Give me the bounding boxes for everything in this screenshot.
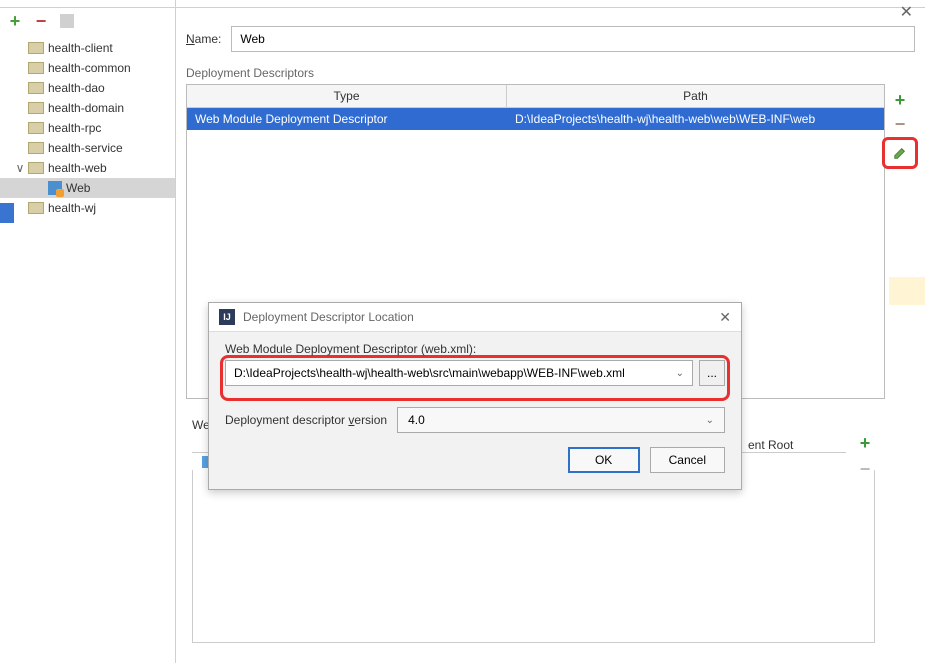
version-combo[interactable]: 4.0 ⌄ bbox=[397, 407, 725, 433]
cell-path: D:\IdeaProjects\health-wj\health-web\web… bbox=[507, 108, 884, 130]
name-row: Name: bbox=[186, 26, 915, 52]
tree-item-health-client[interactable]: health-client bbox=[0, 38, 175, 58]
table-header: Type Path bbox=[187, 85, 884, 108]
tree-item-web-facet[interactable]: Web bbox=[0, 178, 175, 198]
chevron-down-icon: ⌄ bbox=[706, 415, 714, 426]
remove-descriptor-button[interactable]: − bbox=[887, 113, 913, 135]
add-descriptor-button[interactable]: + bbox=[887, 89, 913, 111]
tree-label: health-wj bbox=[48, 201, 96, 215]
tree-label: health-service bbox=[48, 141, 123, 155]
close-icon[interactable]: ✕ bbox=[900, 2, 913, 22]
tree-item-health-wj[interactable]: health-wj bbox=[0, 198, 175, 218]
web-facet-icon bbox=[48, 181, 62, 195]
tree-label: health-client bbox=[48, 41, 113, 55]
folder-icon bbox=[28, 162, 44, 174]
dialog-title-text: Deployment Descriptor Location bbox=[243, 310, 414, 324]
tree-item-health-domain[interactable]: health-domain bbox=[0, 98, 175, 118]
folder-icon bbox=[28, 62, 44, 74]
browse-button[interactable]: ... bbox=[699, 360, 725, 386]
tree-label: health-web bbox=[48, 161, 107, 175]
copy-icon[interactable] bbox=[60, 14, 74, 28]
tree-label: health-dao bbox=[48, 81, 105, 95]
name-label: Name: bbox=[186, 32, 221, 46]
version-value: 4.0 bbox=[408, 413, 425, 427]
tree-item-health-dao[interactable]: health-dao bbox=[0, 78, 175, 98]
deployment-descriptors-label: Deployment Descriptors bbox=[186, 66, 915, 80]
tree-item-health-service[interactable]: health-service bbox=[0, 138, 175, 158]
descriptor-path-value: D:\IdeaProjects\health-wj\health-web\src… bbox=[234, 366, 625, 380]
sidebar-toolbar: + − bbox=[0, 8, 175, 34]
dialog-buttons: OK Cancel bbox=[225, 447, 725, 483]
ok-button[interactable]: OK bbox=[568, 447, 640, 473]
modules-sidebar: + − health-client health-common health-d… bbox=[0, 0, 176, 663]
facet-name-input[interactable] bbox=[231, 26, 915, 52]
version-row: Deployment descriptor version 4.0 ⌄ bbox=[225, 407, 725, 433]
tree-label: Web bbox=[66, 181, 90, 195]
deployment-descriptor-dialog: IJ Deployment Descriptor Location ✕ Web … bbox=[208, 302, 742, 490]
tree-label: health-common bbox=[48, 61, 131, 75]
add-resource-button[interactable]: + bbox=[852, 432, 878, 454]
folder-icon bbox=[28, 122, 44, 134]
resources-table-area bbox=[192, 470, 875, 643]
edit-descriptor-button[interactable] bbox=[887, 142, 913, 164]
tree-label: health-domain bbox=[48, 101, 124, 115]
cell-type: Web Module Deployment Descriptor bbox=[187, 108, 507, 130]
tree-selection-stripe bbox=[0, 203, 14, 223]
side-marker bbox=[889, 277, 925, 305]
module-tree: health-client health-common health-dao h… bbox=[0, 34, 175, 222]
descriptor-path-label: Web Module Deployment Descriptor (web.xm… bbox=[225, 342, 725, 356]
tree-label: health-rpc bbox=[48, 121, 101, 135]
remove-module-icon[interactable]: − bbox=[34, 14, 48, 28]
tree-item-health-web[interactable]: ∨ health-web bbox=[0, 158, 175, 178]
dialog-close-icon[interactable]: ✕ bbox=[719, 309, 731, 326]
content-root-label-fragment: ent Root bbox=[748, 438, 793, 452]
descriptor-path-combo[interactable]: D:\IdeaProjects\health-wj\health-web\src… bbox=[225, 360, 693, 386]
folder-icon bbox=[28, 142, 44, 154]
folder-icon bbox=[28, 82, 44, 94]
folder-icon bbox=[28, 42, 44, 54]
version-label: Deployment descriptor version bbox=[225, 413, 387, 427]
chevron-down-icon: ∨ bbox=[14, 161, 26, 175]
dialog-body: Web Module Deployment Descriptor (web.xm… bbox=[209, 332, 741, 489]
edit-button-highlight bbox=[882, 137, 918, 169]
table-row[interactable]: Web Module Deployment Descriptor D:\Idea… bbox=[187, 108, 884, 130]
folder-icon bbox=[28, 202, 44, 214]
pencil-icon bbox=[893, 146, 907, 160]
dialog-titlebar: IJ Deployment Descriptor Location ✕ bbox=[209, 303, 741, 332]
folder-icon bbox=[28, 102, 44, 114]
intellij-icon: IJ bbox=[219, 309, 235, 325]
descriptors-side-buttons: + − bbox=[885, 84, 915, 399]
tree-item-health-common[interactable]: health-common bbox=[0, 58, 175, 78]
th-path: Path bbox=[507, 85, 884, 107]
chevron-down-icon: ⌄ bbox=[676, 368, 684, 379]
tree-item-health-rpc[interactable]: health-rpc bbox=[0, 118, 175, 138]
add-module-icon[interactable]: + bbox=[8, 14, 22, 28]
path-field-highlight: D:\IdeaProjects\health-wj\health-web\src… bbox=[220, 355, 730, 401]
cancel-button[interactable]: Cancel bbox=[650, 447, 725, 473]
th-type: Type bbox=[187, 85, 507, 107]
